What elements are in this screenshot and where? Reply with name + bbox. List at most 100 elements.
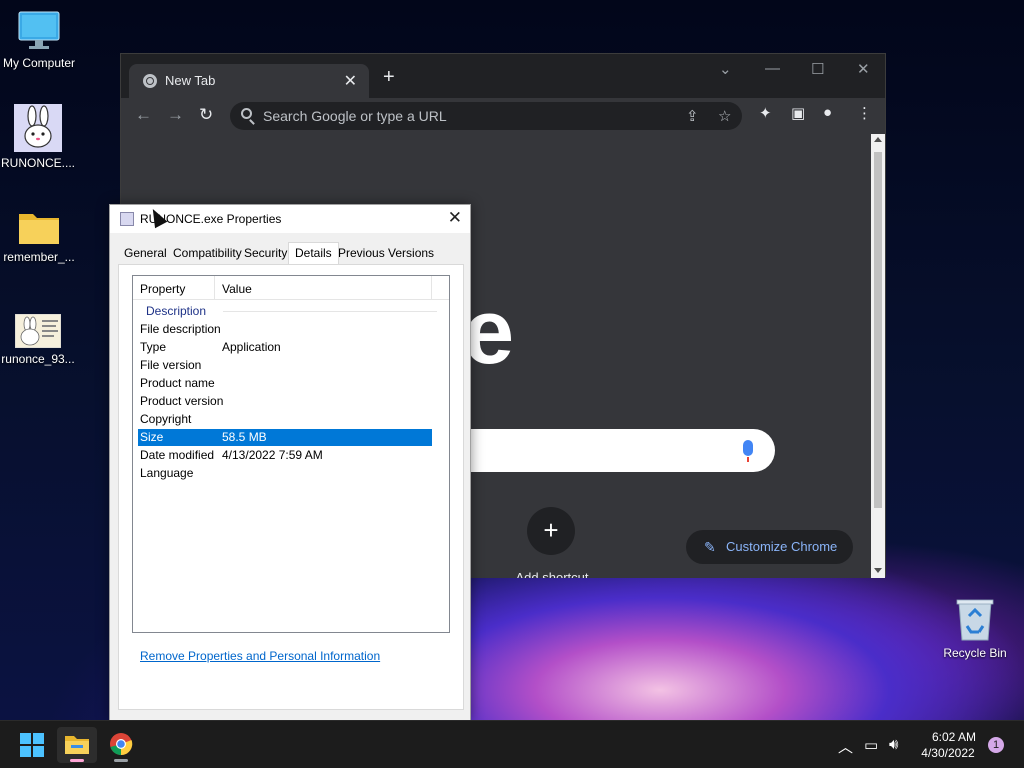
dialog-tabs: General Compatibility Security Details P… [118, 241, 464, 265]
maximize-icon[interactable]: ☐ [811, 60, 824, 78]
network-icon[interactable]: ▭ [864, 736, 878, 754]
star-icon[interactable]: ☆ [718, 107, 731, 125]
taskbar-file-explorer[interactable] [57, 727, 97, 763]
group-header-description: Description [146, 304, 207, 318]
row-property: Copyright [140, 412, 192, 426]
image-file-icon [15, 314, 61, 348]
clock-time[interactable]: 6:02 AM [918, 730, 990, 744]
windows-logo-icon [20, 746, 31, 757]
desktop-icon-label: RUNONCE.... [0, 156, 75, 170]
share-icon[interactable]: ⇪ [686, 107, 699, 125]
recycle-bin-icon [956, 599, 994, 641]
microphone-icon[interactable] [743, 440, 753, 462]
table-row-selected[interactable]: Size 58.5 MB [138, 429, 432, 446]
list-header: Property Value [133, 276, 449, 300]
group-divider [223, 311, 437, 312]
tab-previous-versions[interactable]: Previous Versions [338, 246, 434, 260]
customize-chrome-button[interactable]: ✎ Customize Chrome [686, 530, 853, 564]
row-value: Application [222, 340, 281, 354]
windows-logo-icon [20, 733, 31, 744]
running-indicator [114, 759, 128, 762]
add-shortcut-button[interactable]: + [527, 507, 575, 555]
column-header-property[interactable]: Property [140, 282, 185, 296]
close-icon[interactable]: ✕ [344, 71, 357, 91]
scroll-down-arrow-icon[interactable] [874, 568, 882, 573]
table-row[interactable]: Date modified 4/13/2022 7:59 AM [138, 447, 432, 464]
row-value: 58.5 MB [222, 430, 267, 444]
column-divider[interactable] [431, 276, 432, 300]
taskbar: ︿ ▭ 🔊︎ 6:02 AM 4/30/2022 1 [0, 720, 1024, 768]
window-close-icon[interactable]: ✕ [857, 60, 870, 78]
reload-icon[interactable]: ↻ [199, 105, 213, 125]
start-button[interactable] [20, 733, 44, 757]
table-row[interactable]: Product version [138, 393, 432, 410]
customize-chrome-label: Customize Chrome [726, 539, 838, 554]
row-property: Language [140, 466, 194, 480]
chevron-up-icon[interactable]: ︿ [838, 736, 853, 757]
tab-security[interactable]: Security [244, 246, 287, 260]
table-row[interactable]: File version [138, 357, 432, 374]
app-icon [120, 212, 134, 226]
table-row[interactable]: Language [138, 465, 432, 482]
desktop-icon-runonce[interactable]: RUNONCE.... [0, 104, 76, 170]
row-property: Date modified [140, 448, 215, 462]
properties-dialog[interactable]: RUNONCE.exe Properties ✕ General Compati… [109, 204, 471, 721]
desktop-icon-label: My Computer [2, 56, 76, 70]
desktop-icon-label: Recycle Bin [943, 646, 1007, 660]
table-row[interactable]: File description [138, 321, 432, 338]
windows-logo-icon [33, 733, 44, 744]
chrome-toolbar: ← → ↻ Search Google or type a URL ⇪ ☆ ✦ … [121, 98, 885, 134]
row-property: File version [140, 358, 202, 372]
tab-search-chevron-icon[interactable]: ⌄ [719, 60, 732, 78]
volume-icon[interactable]: 🔊︎ [889, 736, 898, 753]
column-divider[interactable] [214, 276, 215, 300]
dialog-close-icon[interactable]: ✕ [448, 208, 462, 228]
scrollbar-thumb[interactable] [874, 152, 882, 508]
folder-icon [19, 214, 59, 244]
extensions-puzzle-icon[interactable]: ✦ [759, 104, 772, 122]
row-value: 4/13/2022 7:59 AM [222, 448, 323, 462]
details-list[interactable]: Property Value Description File descript… [132, 275, 450, 633]
minimize-icon[interactable]: — [765, 60, 780, 77]
windows-logo-icon [33, 746, 44, 757]
chrome-tab-new-tab[interactable]: New Tab ✕ [129, 64, 369, 98]
running-indicator [70, 759, 84, 762]
back-arrow-icon[interactable]: ← [135, 105, 152, 125]
row-property: Product name [140, 376, 215, 390]
tab-general[interactable]: General [124, 246, 167, 260]
chrome-icon [110, 733, 133, 756]
omnibox[interactable]: Search Google or type a URL ⇪ ☆ [230, 102, 742, 130]
notification-badge[interactable]: 1 [988, 737, 1004, 753]
desktop-icon-runonce-image[interactable]: runonce_93... [0, 314, 76, 366]
monitor-icon [18, 11, 60, 49]
desktop-icon-remember-folder[interactable]: remember_... [1, 208, 77, 264]
clock-date[interactable]: 4/30/2022 [912, 746, 984, 760]
side-panel-icon[interactable]: ▣ [791, 104, 805, 122]
chrome-tab-title: New Tab [165, 73, 216, 88]
column-header-value[interactable]: Value [222, 282, 252, 296]
search-icon [241, 108, 252, 119]
taskbar-chrome[interactable] [101, 727, 141, 763]
table-row[interactable]: Type Application [138, 339, 432, 356]
add-shortcut-label: Add shortcut [515, 570, 589, 578]
desktop-icon-label: remember_... [3, 250, 75, 264]
file-explorer-icon [65, 736, 89, 754]
more-menu-icon[interactable]: ⋮ [857, 104, 872, 122]
forward-arrow-icon[interactable]: → [167, 105, 184, 125]
profile-avatar-icon[interactable]: ● [823, 104, 832, 121]
bunny-app-icon [14, 104, 62, 152]
desktop-icon-label: runonce_93... [1, 352, 75, 366]
pencil-icon: ✎ [704, 539, 716, 555]
desktop-icon-my-computer[interactable]: My Computer [1, 10, 77, 70]
table-row[interactable]: Product name [138, 375, 432, 392]
table-row[interactable]: Copyright [138, 411, 432, 428]
tab-details[interactable]: Details [288, 242, 339, 265]
new-tab-button[interactable]: + [383, 66, 395, 89]
tab-compatibility[interactable]: Compatibility [173, 246, 242, 260]
chrome-tabstrip: New Tab ✕ + ⌄ — ☐ ✕ [121, 54, 885, 98]
desktop-icon-recycle-bin[interactable]: Recycle Bin [937, 598, 1013, 660]
scroll-up-arrow-icon[interactable] [874, 137, 882, 142]
page-scrollbar[interactable] [871, 134, 885, 578]
remove-properties-link[interactable]: Remove Properties and Personal Informati… [140, 649, 380, 663]
row-property: Type [140, 340, 167, 354]
